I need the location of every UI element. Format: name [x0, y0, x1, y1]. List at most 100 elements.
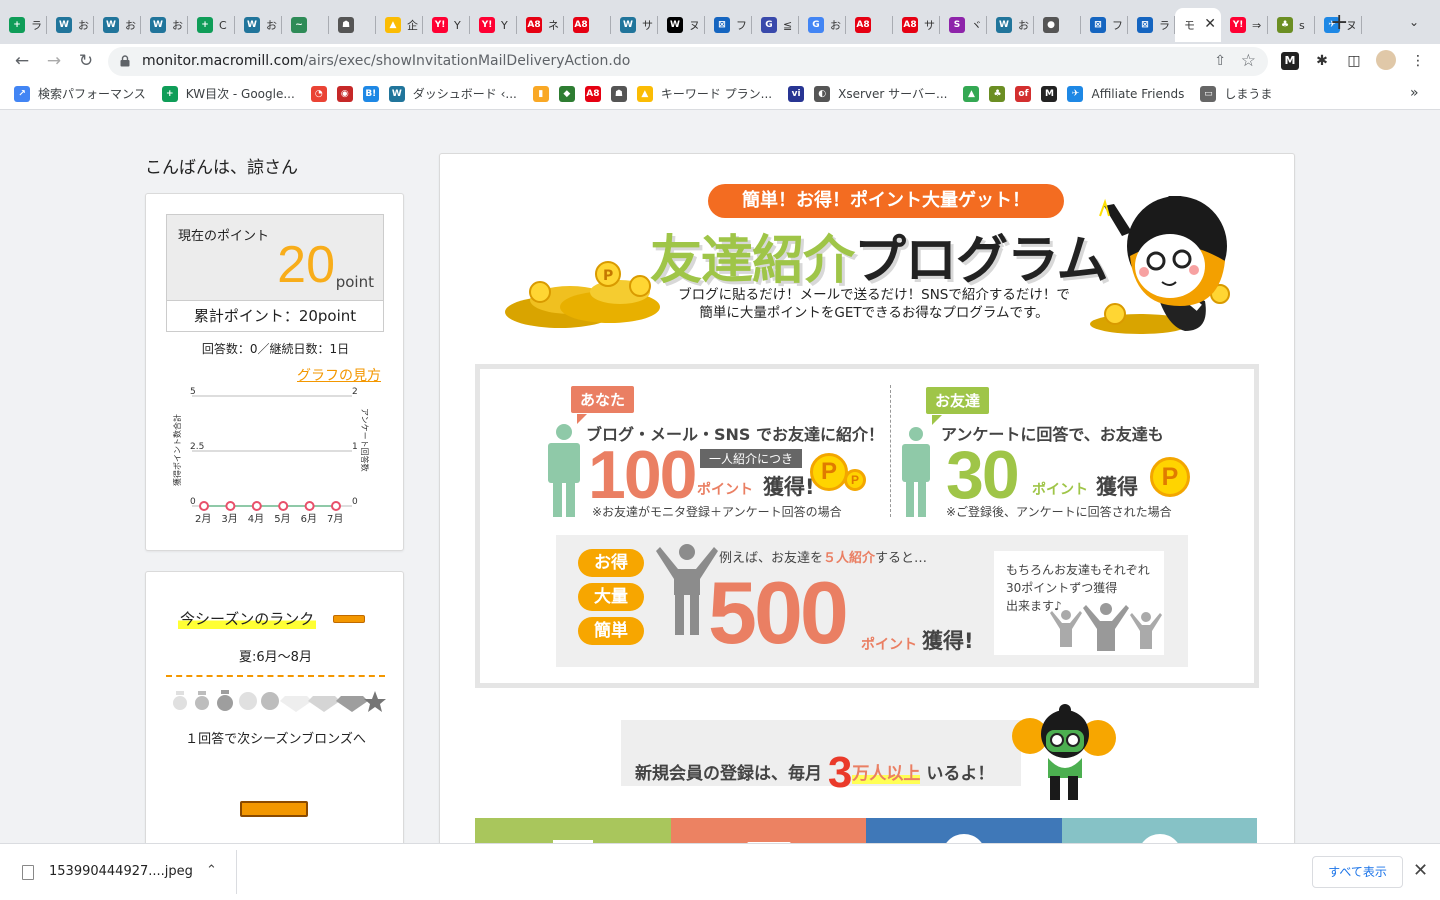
- bookmark-item[interactable]: vi: [788, 85, 812, 102]
- facebook-icon: [946, 834, 982, 843]
- tab[interactable]: Wお: [94, 8, 141, 42]
- tab-favicon-icon: S: [949, 17, 965, 33]
- tab[interactable]: Wお: [987, 8, 1034, 42]
- bookmark-favicon-icon: ▭: [1200, 85, 1217, 102]
- tab-search-chevron-icon[interactable]: ⌄: [1409, 15, 1419, 29]
- tab[interactable]: A8: [846, 8, 893, 42]
- bookmark-item[interactable]: A8: [584, 85, 609, 102]
- tab[interactable]: Y! Y: [423, 8, 470, 42]
- tab-favicon-icon: W: [150, 17, 166, 33]
- tab[interactable]: ▲ 企: [376, 8, 423, 42]
- points-box: 現在のポイント 20 point 累計ポイント：20point: [166, 214, 384, 332]
- tab-favicon-icon: W: [56, 17, 72, 33]
- share-icon[interactable]: ⇧: [1214, 53, 1226, 69]
- close-icon[interactable]: ✕: [1413, 860, 1428, 881]
- bookmark-item[interactable]: ↗ 検索パフォーマンス: [14, 85, 146, 102]
- profile-avatar[interactable]: [1376, 50, 1396, 70]
- tab-title: Y: [501, 18, 508, 32]
- download-separator: [236, 850, 237, 894]
- tab[interactable]: ⊠ フ: [1081, 8, 1128, 42]
- tab-close-icon[interactable]: ✕: [1204, 16, 1216, 32]
- tab-active[interactable]: モ ✕: [1175, 8, 1221, 42]
- friend-get-label: 獲得: [1096, 475, 1138, 499]
- tab[interactable]: A8 サ: [893, 8, 940, 42]
- tab-favicon-icon: G: [761, 17, 777, 33]
- share-facebook-tile[interactable]: [866, 818, 1062, 843]
- share-tiles: [475, 818, 1257, 843]
- tab-favicon-icon: G: [808, 17, 824, 33]
- tab-favicon-icon: Y!: [479, 17, 495, 33]
- tab[interactable]: ⊠ ラ: [1128, 8, 1175, 42]
- example-points-number: 500: [708, 563, 849, 662]
- file-icon: [22, 865, 34, 880]
- download-bar: 153990444927....jpeg ⌃ すべて表示 ✕: [0, 843, 1440, 900]
- tab[interactable]: ⊠ フ: [705, 8, 752, 42]
- bookmark-item[interactable]: ☗: [610, 85, 635, 102]
- forward-button[interactable]: →: [43, 50, 65, 72]
- bookmark-item[interactable]: + KW目次 - Google...: [161, 85, 295, 102]
- tab[interactable]: Wヌ: [658, 8, 705, 42]
- tab[interactable]: G ≦: [752, 8, 799, 42]
- tab[interactable]: A8 ネ: [517, 8, 564, 42]
- url-path: /airs/exec/showInvitationMailDeliveryAct…: [303, 53, 631, 69]
- bookmark-item[interactable]: B!: [362, 85, 387, 102]
- download-filename[interactable]: 153990444927....jpeg: [49, 864, 193, 879]
- tab-favicon-icon: +: [197, 17, 213, 33]
- tab[interactable]: ~: [282, 8, 329, 42]
- tab[interactable]: Y! ⇒: [1221, 8, 1268, 42]
- members-number: 3: [827, 748, 853, 797]
- address-bar[interactable]: monitor.macromill.com/airs/exec/showInvi…: [108, 47, 1268, 76]
- show-all-downloads-button[interactable]: すべて表示: [1312, 856, 1403, 888]
- tab[interactable]: Y! Y: [470, 8, 517, 42]
- tab-favicon-icon: A8: [526, 17, 542, 33]
- back-button[interactable]: ←: [11, 50, 33, 72]
- bookmarks-overflow-icon[interactable]: »: [1410, 85, 1422, 101]
- chevron-up-icon[interactable]: ⌃: [206, 863, 217, 878]
- tab[interactable]: Sヾ: [940, 8, 987, 42]
- share-blog-tile[interactable]: [475, 818, 671, 843]
- bookmark-item[interactable]: of: [1015, 85, 1039, 102]
- bookmark-item[interactable]: W ダッシュボード ‹...: [388, 85, 517, 102]
- new-tab-button[interactable]: +: [1330, 12, 1348, 34]
- tab[interactable]: A8: [564, 8, 611, 42]
- share-twitter-tile[interactable]: [1061, 818, 1257, 843]
- bookmark-item[interactable]: ♣: [989, 85, 1013, 102]
- bookmark-item[interactable]: ◉: [336, 85, 361, 102]
- chart-y-tick-label: 0: [190, 497, 196, 507]
- bookmark-star-icon[interactable]: ☆: [1241, 51, 1256, 71]
- bookmark-item[interactable]: M: [1041, 85, 1065, 102]
- bookmark-favicon-icon: A8: [584, 85, 601, 102]
- browser-menu-icon[interactable]: ⋮: [1409, 52, 1427, 70]
- tab[interactable]: Wお: [141, 8, 188, 42]
- bookmark-label: キーワード プラン...: [660, 87, 773, 101]
- tab[interactable]: Wお: [47, 8, 94, 42]
- share-mail-tile[interactable]: [670, 818, 866, 843]
- bookmark-item[interactable]: ✈ Affiliate Friends: [1067, 85, 1184, 102]
- reload-button[interactable]: ↻: [75, 50, 97, 72]
- tab[interactable]: + ラ: [0, 8, 47, 42]
- extension-m-icon[interactable]: M: [1281, 52, 1299, 70]
- tab[interactable]: ●: [1034, 8, 1081, 42]
- bookmark-item[interactable]: ◔: [310, 85, 335, 102]
- bookmark-favicon-icon: M: [1041, 85, 1058, 102]
- bookmark-favicon-icon: ✈: [1067, 85, 1084, 102]
- bookmark-item[interactable]: ▲ キーワード プラン...: [636, 85, 773, 102]
- tab-title: 企: [407, 19, 418, 32]
- extensions-puzzle-icon[interactable]: ✱: [1313, 52, 1331, 70]
- tab[interactable]: + C: [188, 8, 235, 42]
- side-panel-icon[interactable]: ◫: [1345, 52, 1363, 70]
- tab[interactable]: Wサ: [611, 8, 658, 42]
- bookmark-item[interactable]: ◐ Xserver サーバー...: [814, 85, 947, 102]
- tab-favicon-icon: Y!: [432, 17, 448, 33]
- bookmark-item[interactable]: ▭ しまうま: [1200, 85, 1272, 102]
- point-coin-icon: P: [844, 469, 866, 491]
- bookmark-item[interactable]: ◆: [558, 85, 583, 102]
- tab[interactable]: ♣ s: [1268, 8, 1315, 42]
- bookmark-favicon-icon: ▲: [963, 85, 980, 102]
- tab[interactable]: Gお: [799, 8, 846, 42]
- tab[interactable]: Wお: [235, 8, 282, 42]
- rank-detail-button[interactable]: [240, 801, 308, 817]
- tab[interactable]: ☗: [329, 8, 376, 42]
- bookmark-item[interactable]: ▲: [963, 85, 987, 102]
- bookmark-item[interactable]: ▮: [532, 85, 557, 102]
